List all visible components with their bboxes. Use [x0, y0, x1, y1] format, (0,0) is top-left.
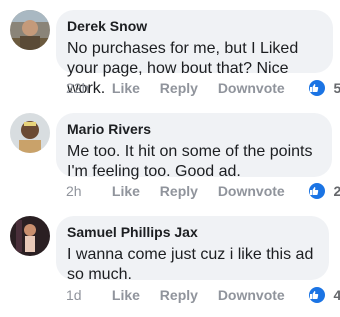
like-button[interactable]: Like	[112, 287, 140, 303]
comment-actions: 22h Like Reply Downvote 5	[66, 80, 340, 96]
reaction-count-value: 4	[333, 287, 340, 303]
reaction-count[interactable]: 5	[308, 80, 340, 96]
comment-bubble: Derek Snow No purchases for me, but I Li…	[56, 10, 333, 97]
downvote-button[interactable]: Downvote	[218, 80, 285, 96]
comment-actions: 2h Like Reply Downvote 2	[66, 183, 340, 199]
comment-text: I wanna come just cuz i like this ad so …	[67, 246, 314, 283]
comment-actions: 1d Like Reply Downvote 4	[66, 287, 340, 303]
thumbs-up-icon	[308, 287, 325, 303]
downvote-button[interactable]: Downvote	[218, 183, 285, 199]
comment-bubble: Samuel Phillips Jax I wanna come just cu…	[56, 216, 329, 283]
reply-button[interactable]: Reply	[160, 80, 198, 96]
comment-author[interactable]: Derek Snow	[67, 18, 321, 35]
reaction-count[interactable]: 4	[308, 287, 340, 303]
reply-button[interactable]: Reply	[160, 287, 198, 303]
reaction-count-value: 2	[333, 183, 340, 199]
comment-timestamp[interactable]: 1d	[66, 287, 108, 303]
downvote-button[interactable]: Downvote	[218, 287, 285, 303]
comment-author[interactable]: Samuel Phillips Jax	[67, 224, 317, 241]
like-button[interactable]: Like	[112, 183, 140, 199]
comment-author[interactable]: Mario Rivers	[67, 121, 320, 138]
avatar[interactable]	[10, 216, 50, 256]
reply-button[interactable]: Reply	[160, 183, 198, 199]
thumbs-up-icon	[308, 183, 325, 199]
reaction-count-value: 5	[333, 80, 340, 96]
avatar[interactable]	[10, 113, 50, 153]
comment-timestamp[interactable]: 2h	[66, 183, 108, 199]
comment-timestamp[interactable]: 22h	[66, 80, 108, 96]
like-button[interactable]: Like	[112, 80, 140, 96]
avatar[interactable]	[10, 10, 50, 50]
reaction-count[interactable]: 2	[308, 183, 340, 199]
comment-bubble: Mario Rivers Me too. It hit on some of t…	[56, 113, 332, 180]
thumbs-up-icon	[308, 80, 325, 96]
comment-text: Me too. It hit on some of the points I'm…	[67, 143, 313, 180]
